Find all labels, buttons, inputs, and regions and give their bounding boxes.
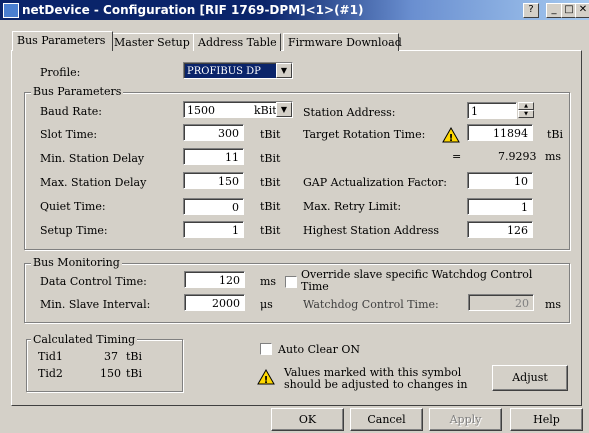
calculated-timing-group — [26, 339, 183, 392]
highest-station-address-field[interactable]: 126 — [467, 221, 533, 238]
tid1-label: Tid1 — [38, 350, 63, 363]
quiet-time-unit: tBit — [260, 200, 281, 213]
apply-button: Apply — [429, 408, 502, 431]
max-station-delay-label: Max. Station Delay — [40, 176, 147, 189]
gap-factor-label: GAP Actualization Factor: — [303, 176, 447, 189]
tab-firmware-download[interactable]: Firmware Download — [283, 33, 402, 51]
tid2-unit: tBi — [126, 367, 143, 380]
ok-button[interactable]: OK — [271, 408, 344, 431]
quiet-time-label: Quiet Time: — [40, 200, 106, 213]
station-address-field[interactable]: 1 — [467, 102, 517, 119]
setup-time-field[interactable]: 1 — [183, 221, 244, 238]
warning-icon: ! — [257, 369, 275, 385]
override-watchdog-label: Override slave specific Watchdog Control… — [301, 269, 533, 291]
watchdog-control-time-unit: ms — [545, 298, 562, 311]
tid1-unit: tBi — [126, 350, 143, 363]
setup-time-unit: tBit — [260, 224, 281, 237]
adjust-button[interactable]: Adjust — [492, 365, 568, 391]
watchdog-control-time-label: Watchdog Control Time: — [303, 298, 439, 311]
max-retry-limit-label: Max. Retry Limit: — [303, 200, 402, 213]
cancel-button[interactable]: Cancel — [350, 408, 423, 431]
max-station-delay-field[interactable]: 150 — [183, 172, 244, 189]
bus-monitoring-title: Bus Monitoring — [31, 256, 122, 269]
min-slave-interval-field[interactable]: 2000 — [184, 294, 245, 311]
bus-parameters-title: Bus Parameters — [31, 85, 124, 98]
slot-time-unit: tBit — [260, 128, 281, 141]
chevron-down-icon[interactable]: ▼ — [276, 102, 292, 117]
warning-icon: ! — [442, 127, 460, 143]
target-rotation-time-ms-value: 7.9293 — [498, 150, 537, 163]
min-station-delay-field[interactable]: 11 — [183, 148, 244, 165]
target-rotation-time-label: Target Rotation Time: — [303, 128, 426, 141]
baud-rate-label: Baud Rate: — [40, 105, 102, 118]
window-title: netDevice - Configuration [RIF 1769-DPM]… — [22, 3, 364, 17]
close-button[interactable]: ✕ — [575, 3, 589, 18]
highest-station-address-label: Highest Station Address — [303, 224, 440, 237]
svg-text:!: ! — [449, 133, 454, 143]
slot-time-label: Slot Time: — [40, 128, 98, 141]
app-icon — [3, 3, 19, 18]
data-control-time-label: Data Control Time: — [40, 275, 147, 288]
baud-rate-unit: kBit — [254, 104, 277, 117]
tid2-label: Tid2 — [38, 367, 63, 380]
quiet-time-field[interactable]: 0 — [183, 198, 244, 215]
data-control-time-field[interactable]: 120 — [184, 271, 245, 288]
max-retry-limit-field[interactable]: 1 — [467, 198, 533, 215]
slot-time-field[interactable]: 300 — [183, 124, 244, 141]
data-control-time-unit: ms — [260, 275, 277, 288]
minimize-button[interactable]: _ — [546, 3, 562, 18]
profile-label: Profile: — [40, 66, 81, 79]
min-slave-interval-unit: μs — [260, 298, 273, 311]
target-rotation-time-field[interactable]: 11894 — [467, 124, 533, 141]
calculated-timing-title: Calculated Timing — [31, 333, 138, 346]
auto-clear-label: Auto Clear ON — [278, 343, 360, 356]
setup-time-label: Setup Time: — [40, 224, 108, 237]
override-watchdog-checkbox[interactable] — [285, 276, 297, 288]
chevron-down-icon[interactable]: ▼ — [276, 63, 292, 78]
equals-sign: = — [452, 150, 462, 163]
tab-master-setup[interactable]: Master Setup — [109, 33, 197, 51]
target-rotation-time-unit: tBi — [547, 128, 564, 141]
max-station-delay-unit: tBit — [260, 176, 281, 189]
gap-factor-field[interactable]: 10 — [467, 172, 533, 189]
tid1-value: 37 — [104, 350, 118, 363]
watchdog-control-time-field: 20 — [468, 294, 534, 311]
target-rotation-time-ms-unit: ms — [545, 150, 562, 163]
auto-clear-checkbox[interactable] — [260, 343, 272, 355]
help-title-button[interactable]: ? — [523, 3, 539, 18]
spin-down-icon[interactable]: ▼ — [518, 110, 534, 118]
station-address-label: Station Address: — [303, 106, 396, 119]
tid2-value: 150 — [100, 367, 121, 380]
baud-rate-value: 1500 — [187, 104, 215, 117]
min-station-delay-label: Min. Station Delay — [40, 152, 145, 165]
min-station-delay-unit: tBit — [260, 152, 281, 165]
tab-address-table[interactable]: Address Table — [193, 33, 281, 51]
spin-up-icon[interactable]: ▲ — [518, 102, 534, 110]
help-button[interactable]: Help — [510, 408, 583, 431]
tab-bus-parameters[interactable]: Bus Parameters — [12, 31, 113, 51]
warning-note-line2: should be adjusted to changes in — [284, 378, 468, 391]
svg-text:!: ! — [264, 375, 269, 385]
min-slave-interval-label: Min. Slave Interval: — [40, 298, 151, 311]
